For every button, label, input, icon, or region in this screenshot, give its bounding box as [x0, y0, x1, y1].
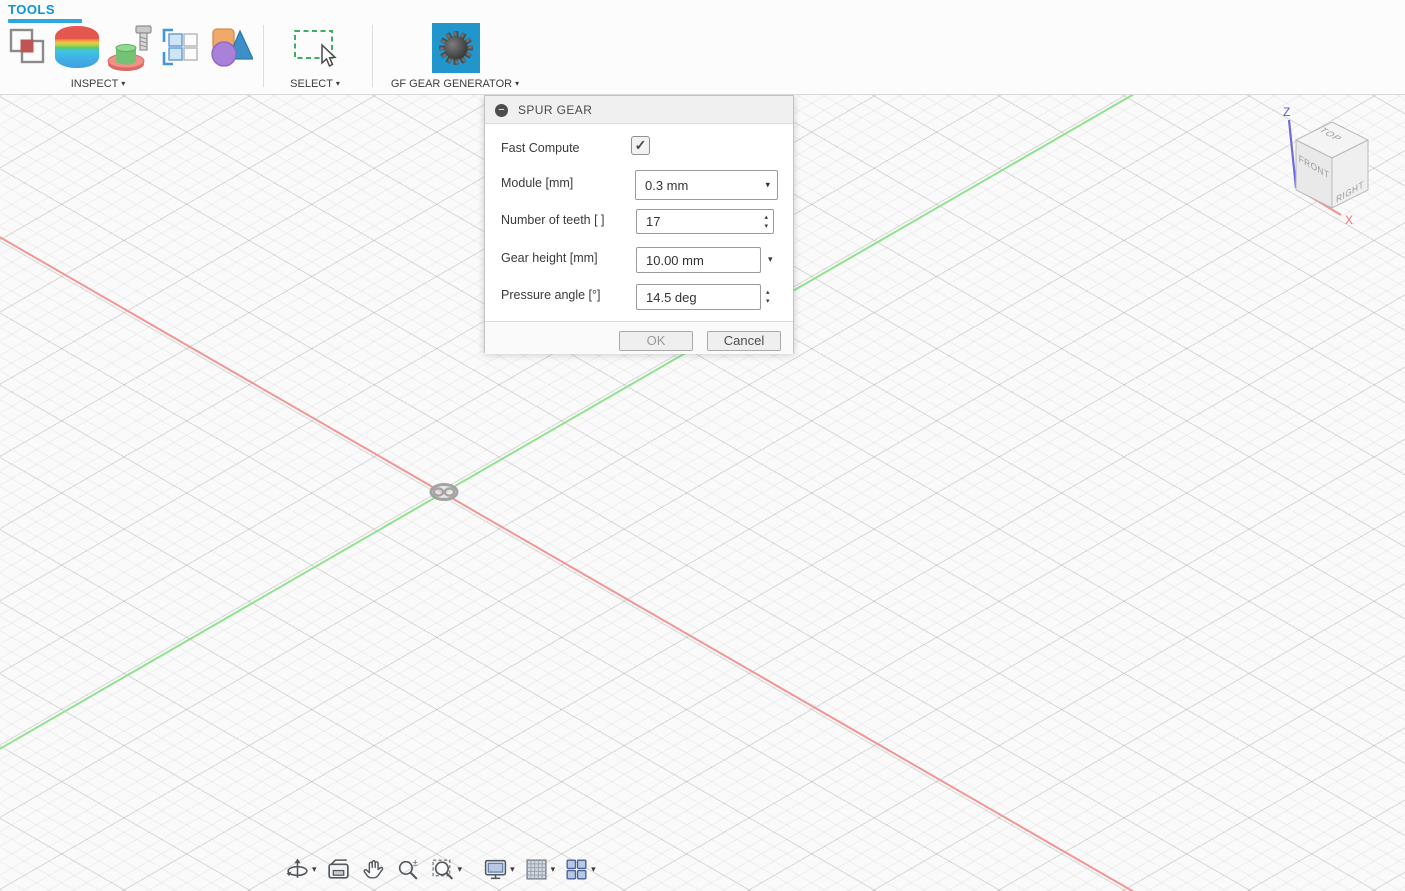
teeth-value: 17: [646, 214, 661, 229]
interference-icon[interactable]: [8, 27, 46, 70]
window-zoom-icon: [431, 859, 453, 880]
dialog-title: SPUR GEAR: [518, 103, 593, 117]
inspect-dropdown[interactable]: INSPECT ▾: [38, 78, 158, 90]
gear-height-dropdown-icon[interactable]: ▾: [768, 254, 773, 265]
gear-height-label: Gear height [mm]: [501, 251, 598, 265]
collapse-icon[interactable]: −: [495, 104, 508, 117]
chevron-down-icon: ▾: [312, 864, 317, 874]
viewports-button[interactable]: ▾: [562, 855, 597, 884]
chevron-down-icon: ▾: [515, 79, 520, 88]
draft-analysis-icon[interactable]: [107, 24, 153, 77]
svg-text:±: ±: [412, 857, 417, 867]
z-axis-label: Z: [1283, 105, 1290, 119]
spinner-up-icon: ▴: [764, 214, 768, 221]
spinner-down-icon: ▾: [766, 297, 770, 305]
look-at-button[interactable]: [324, 855, 353, 884]
spur-gear-dialog: − SPUR GEAR Fast Compute ✓ Module [mm] 0…: [484, 95, 794, 354]
tab-tools[interactable]: TOOLS: [8, 2, 82, 23]
module-select[interactable]: 0.3 mm ▾: [635, 170, 778, 200]
fast-compute-label: Fast Compute: [501, 141, 580, 155]
orbit-icon: [286, 858, 308, 878]
orbit-button[interactable]: ▾: [283, 855, 318, 884]
chevron-down-icon: ▾: [591, 864, 596, 874]
zoom-icon: ±: [398, 857, 417, 880]
ok-button[interactable]: OK: [619, 331, 693, 351]
curvature-analysis-icon[interactable]: [55, 26, 99, 68]
gear-generator-dropdown[interactable]: GF GEAR GENERATOR ▾: [355, 78, 555, 90]
teeth-input[interactable]: 17 ▴ ▾: [636, 209, 774, 234]
select-dropdown[interactable]: SELECT ▾: [265, 78, 365, 90]
chevron-down-icon: ▾: [335, 79, 340, 88]
tab-tools-label: TOOLS: [8, 2, 56, 17]
gear-height-input[interactable]: 10.00 mm: [636, 247, 761, 273]
pressure-angle-label: Pressure angle [°]: [501, 288, 601, 302]
pan-icon: [363, 860, 383, 879]
spinner-down-icon: ▾: [764, 223, 768, 230]
dialog-header[interactable]: − SPUR GEAR: [485, 96, 793, 124]
module-label: Module [mm]: [501, 176, 574, 190]
viewports-icon: [566, 859, 587, 880]
window-zoom-button[interactable]: ▾: [429, 855, 464, 884]
teeth-spinner[interactable]: ▴ ▾: [764, 210, 768, 235]
zoom-button[interactable]: ±: [394, 855, 423, 884]
chevron-down-icon: ▾: [550, 864, 556, 874]
navigation-bar: ▾ ± ▾ ▾ ▾ ▾: [283, 855, 597, 884]
module-value: 0.3 mm: [645, 177, 689, 193]
x-axis-label: X: [1345, 213, 1353, 227]
teeth-label: Number of teeth [ ]: [501, 213, 605, 227]
gear-height-value: 10.00 mm: [646, 252, 704, 268]
grid-icon: [526, 859, 547, 880]
section-analysis-icon[interactable]: [159, 27, 199, 72]
look-at-icon: [327, 859, 349, 879]
pan-button[interactable]: [359, 855, 388, 884]
pressure-angle-spinner[interactable]: ▴ ▾: [766, 284, 770, 310]
gear-generator-label: GF GEAR GENERATOR: [390, 78, 513, 90]
inspect-label: INSPECT: [70, 78, 119, 90]
chevron-down-icon: ▾: [457, 864, 463, 874]
fast-compute-checkbox[interactable]: ✓: [631, 136, 650, 155]
grid-and-snaps-button[interactable]: ▾: [522, 855, 557, 884]
tab-active-underline: [8, 19, 82, 23]
display-settings-icon: [484, 859, 507, 880]
check-icon: ✓: [634, 137, 647, 153]
pressure-angle-input[interactable]: 14.5 deg: [636, 284, 761, 310]
select-label: SELECT: [290, 78, 333, 90]
toolbar-divider: [263, 25, 264, 87]
primitives-display-icon[interactable]: [209, 26, 255, 73]
ribbon-toolbar: TOOLS INSPECT ▾ SELECT ▾ GF GEAR GENERAT…: [0, 0, 1405, 95]
origin-gear-body[interactable]: [425, 481, 463, 508]
view-cube[interactable]: TOP FRONT RIGHT Z X: [1255, 100, 1385, 240]
spinner-up-icon: ▴: [766, 288, 770, 296]
cancel-button[interactable]: Cancel: [707, 331, 781, 351]
select-tool-icon[interactable]: [292, 28, 340, 75]
dialog-footer: OK Cancel: [485, 321, 793, 354]
display-settings-button[interactable]: ▾: [481, 855, 516, 884]
gear-generator-button[interactable]: [432, 23, 480, 73]
pressure-angle-value: 14.5 deg: [646, 289, 697, 305]
gear-icon: [439, 31, 473, 65]
chevron-down-icon: ▾: [121, 79, 126, 88]
chevron-down-icon: ▾: [765, 179, 770, 190]
viewport-3d[interactable]: TOP FRONT RIGHT Z X − SPUR GEAR Fast Com…: [0, 95, 1405, 891]
chevron-down-icon: ▾: [510, 864, 515, 874]
